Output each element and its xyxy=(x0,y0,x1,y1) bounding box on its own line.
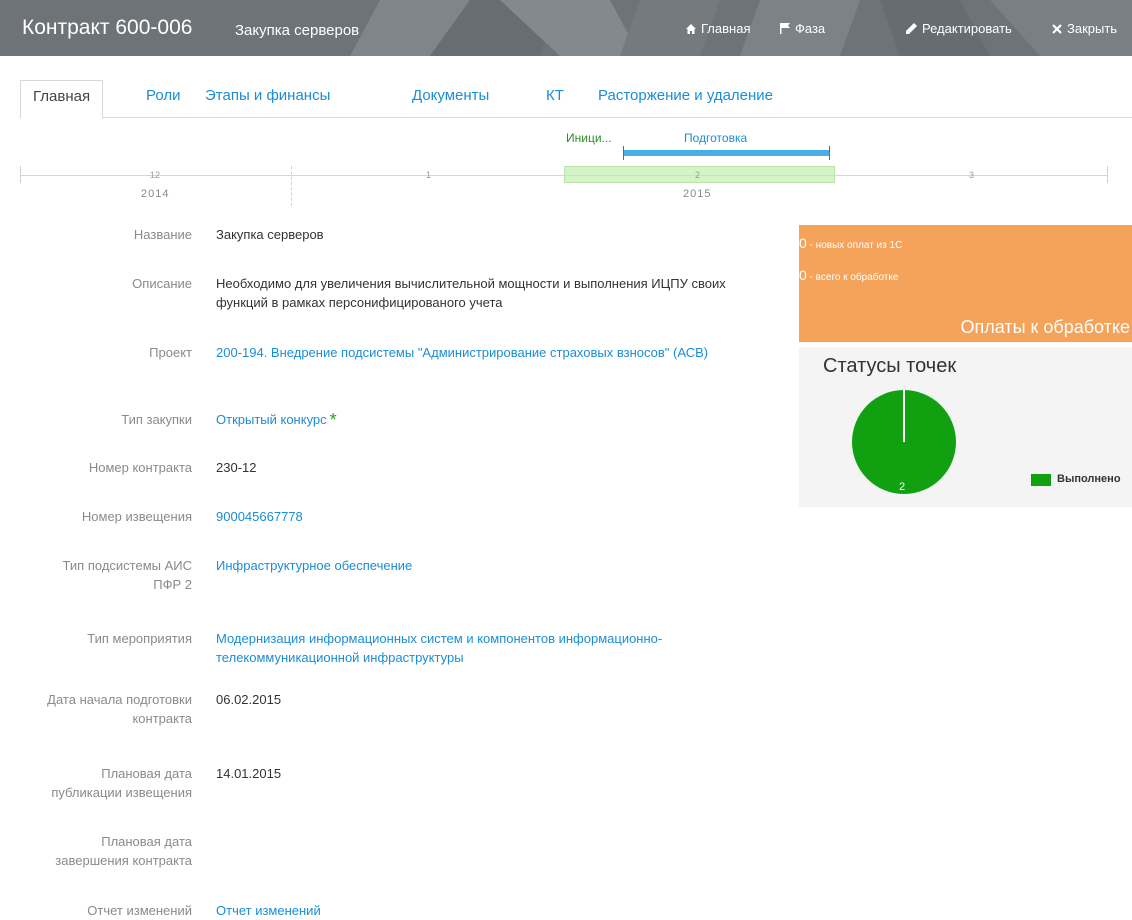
year-label: 2014 xyxy=(141,188,170,200)
pie-slice-value: 2 xyxy=(899,481,906,493)
procurement-type-link[interactable]: Открытый конкурс xyxy=(216,412,327,427)
change-report-link[interactable]: Отчет изменений xyxy=(216,901,761,920)
phase-preparation-label[interactable]: Подготовка xyxy=(684,131,747,145)
close-icon xyxy=(1052,23,1062,34)
contract-subtitle: Закупка серверов xyxy=(235,22,360,39)
phase-preparation-bar[interactable] xyxy=(623,150,830,156)
contract-title: Контракт 600-006 xyxy=(22,16,193,39)
year-label: 2015 xyxy=(683,188,712,200)
field-label: Тип закупки xyxy=(121,412,192,427)
flag-icon xyxy=(780,23,790,34)
field-label: Тип мероприятия xyxy=(87,631,192,646)
field-label: Плановая дата публикации извещения xyxy=(51,766,192,800)
field-value-name: Закупка серверов xyxy=(216,227,324,242)
field-value-description: Необходимо для увеличения вычислительной… xyxy=(216,276,726,310)
payments-widget[interactable]: 0 - новых оплат из 1С 0 - всего к обрабо… xyxy=(799,225,1132,342)
field-label: Дата начала подготовки контракта xyxy=(47,692,192,726)
phase-bar-start xyxy=(623,146,624,160)
close-button[interactable]: Закрыть xyxy=(1052,21,1117,36)
timeline-axis xyxy=(20,175,1108,176)
payments-widget-title: Оплаты к обработке xyxy=(960,317,1130,337)
new-payments-line: 0 - новых оплат из 1С xyxy=(799,235,902,251)
field-value-prep-start-date: 06.02.2015 xyxy=(216,692,282,707)
subsystem-type-link[interactable]: Инфраструктурное обеспечение xyxy=(216,556,761,575)
edit-button[interactable]: Редактировать xyxy=(906,21,1012,36)
field-label: Номер контракта xyxy=(88,460,192,475)
month-label: 12 xyxy=(150,170,161,180)
new-payments-count: 0 xyxy=(799,235,807,251)
required-star-icon: * xyxy=(329,410,337,430)
timeline-tick xyxy=(20,166,21,183)
tab-bar: Главная Роли Этапы и финансы Документы К… xyxy=(20,80,1132,119)
new-payments-label: - новых оплат из 1С xyxy=(809,240,903,251)
total-payments-label: - всего к обработке xyxy=(809,272,899,283)
legend-label[interactable]: Выполнено xyxy=(1057,473,1121,485)
field-label: Отчет изменений xyxy=(87,903,192,918)
phase-timeline: Иници... Подготовка 12 1 2 3 2014 2015 xyxy=(0,120,1132,210)
tab-kt[interactable]: КТ xyxy=(546,80,564,118)
home-label: Главная xyxy=(701,21,751,36)
pencil-icon xyxy=(906,23,917,34)
legend-swatch xyxy=(1031,474,1051,486)
phase-initiation-label[interactable]: Иници... xyxy=(566,131,612,145)
phase-bar-end xyxy=(829,146,830,160)
field-label: Название xyxy=(133,227,192,242)
month-label: 2 xyxy=(695,170,701,180)
tab-termination[interactable]: Расторжение и удаление xyxy=(598,80,773,118)
field-label: Проект xyxy=(149,345,192,360)
total-payments-line: 0 - всего к обработке xyxy=(799,267,898,283)
project-link[interactable]: 200-194. Внедрение подсистемы "Администр… xyxy=(216,343,761,362)
page-header: Контракт 600-006 Закупка серверов Главна… xyxy=(0,0,1132,56)
field-label: Номер извещения xyxy=(81,509,192,524)
home-button[interactable]: Главная xyxy=(686,21,750,36)
close-label: Закрыть xyxy=(1067,21,1118,36)
phase-button[interactable]: Фаза xyxy=(780,21,825,36)
month-label: 1 xyxy=(426,170,432,180)
tab-main[interactable]: Главная xyxy=(20,80,104,119)
field-value-contract-number: 230-12 xyxy=(216,460,257,475)
timeline-tick xyxy=(1107,166,1108,183)
tab-roles[interactable]: Роли xyxy=(146,80,181,118)
field-label: Тип подсистемы АИС ПФР 2 xyxy=(62,558,192,592)
field-label: Плановая дата завершения контракта xyxy=(55,834,192,868)
total-payments-count: 0 xyxy=(799,267,807,283)
year-divider xyxy=(291,166,292,206)
month-label: 3 xyxy=(969,170,975,180)
field-value-notice-publication-date: 14.01.2015 xyxy=(216,766,282,781)
point-statuses-widget: Статусы точек Выполнено 2 xyxy=(799,347,1132,507)
edit-label: Редактировать xyxy=(922,21,1012,36)
tab-documents[interactable]: Документы xyxy=(412,80,489,118)
field-label: Описание xyxy=(132,276,192,291)
phase-label: Фаза xyxy=(795,21,826,36)
home-icon xyxy=(686,23,696,34)
tab-stages-finance[interactable]: Этапы и финансы xyxy=(205,80,330,118)
notice-number-link[interactable]: 900045667778 xyxy=(216,507,761,526)
activity-type-link[interactable]: Модернизация информационных систем и ком… xyxy=(216,629,761,667)
